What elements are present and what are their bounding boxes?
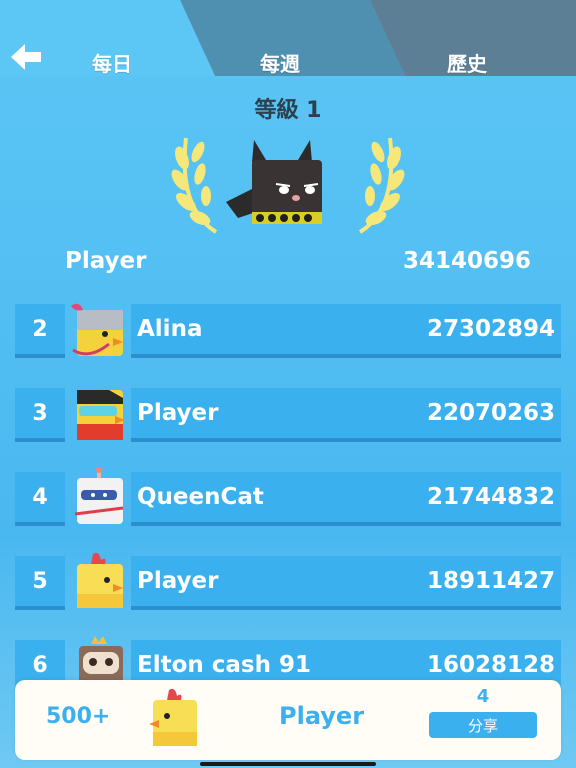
leaderboard-row[interactable]: 5 Player 18911427 (15, 552, 561, 610)
share-button[interactable]: 分享 (429, 712, 537, 738)
top-player-name: Player (65, 248, 147, 274)
player-name: Player (137, 568, 219, 594)
goggles-bird-icon (77, 390, 125, 440)
name-score-bar: Player 18911427 (131, 556, 561, 610)
leaderboard-row[interactable]: 2 Alina 27302894 (15, 303, 561, 358)
tab-bar: 每日 每週 歷史 (0, 0, 576, 76)
home-indicator[interactable] (200, 762, 376, 766)
yellow-chick-icon (77, 552, 123, 608)
rank-number: 4 (15, 472, 65, 526)
player-score: 16028128 (426, 652, 555, 678)
back-arrow-icon (11, 44, 41, 70)
leaderboard-row[interactable]: 3 Player 22070263 (15, 388, 561, 442)
astronaut-bird-icon (74, 468, 124, 524)
player-score: 18911427 (426, 568, 555, 594)
name-score-bar: Alina 27302894 (131, 304, 561, 358)
bat-character-icon (226, 140, 322, 224)
laurel-left-icon (171, 137, 218, 234)
my-rank: 500+ (46, 704, 111, 729)
yellow-chick-icon (149, 688, 197, 746)
my-name: Player (279, 702, 365, 730)
knight-bird-icon (71, 303, 123, 356)
my-rank-bar: 500+ Player 4 分享 (15, 680, 561, 760)
player-score: 27302894 (426, 316, 555, 342)
tab-history[interactable]: 歷史 (447, 48, 487, 77)
tab-daily[interactable]: 每日 (92, 48, 132, 77)
laurel-right-icon (358, 137, 405, 234)
player-name: Elton cash 91 (137, 652, 312, 678)
rank-number: 5 (15, 556, 65, 610)
name-score-bar: QueenCat 21744832 (131, 472, 561, 526)
leaderboard-row[interactable]: 4 QueenCat 21744832 (15, 468, 561, 526)
rank-number: 2 (15, 304, 65, 358)
level-label: 等級 1 (254, 98, 322, 123)
player-score: 22070263 (426, 400, 555, 426)
tab-weekly[interactable]: 每週 (260, 48, 300, 77)
player-name: Alina (137, 316, 203, 342)
player-score: 21744832 (426, 484, 555, 510)
top-player-score: 34140696 (402, 248, 531, 274)
back-button[interactable] (6, 40, 46, 74)
player-name: Player (137, 400, 219, 426)
name-score-bar: Player 22070263 (131, 388, 561, 442)
rank-number: 3 (15, 388, 65, 442)
share-count: 4 (476, 686, 490, 707)
player-name: QueenCat (137, 484, 264, 510)
